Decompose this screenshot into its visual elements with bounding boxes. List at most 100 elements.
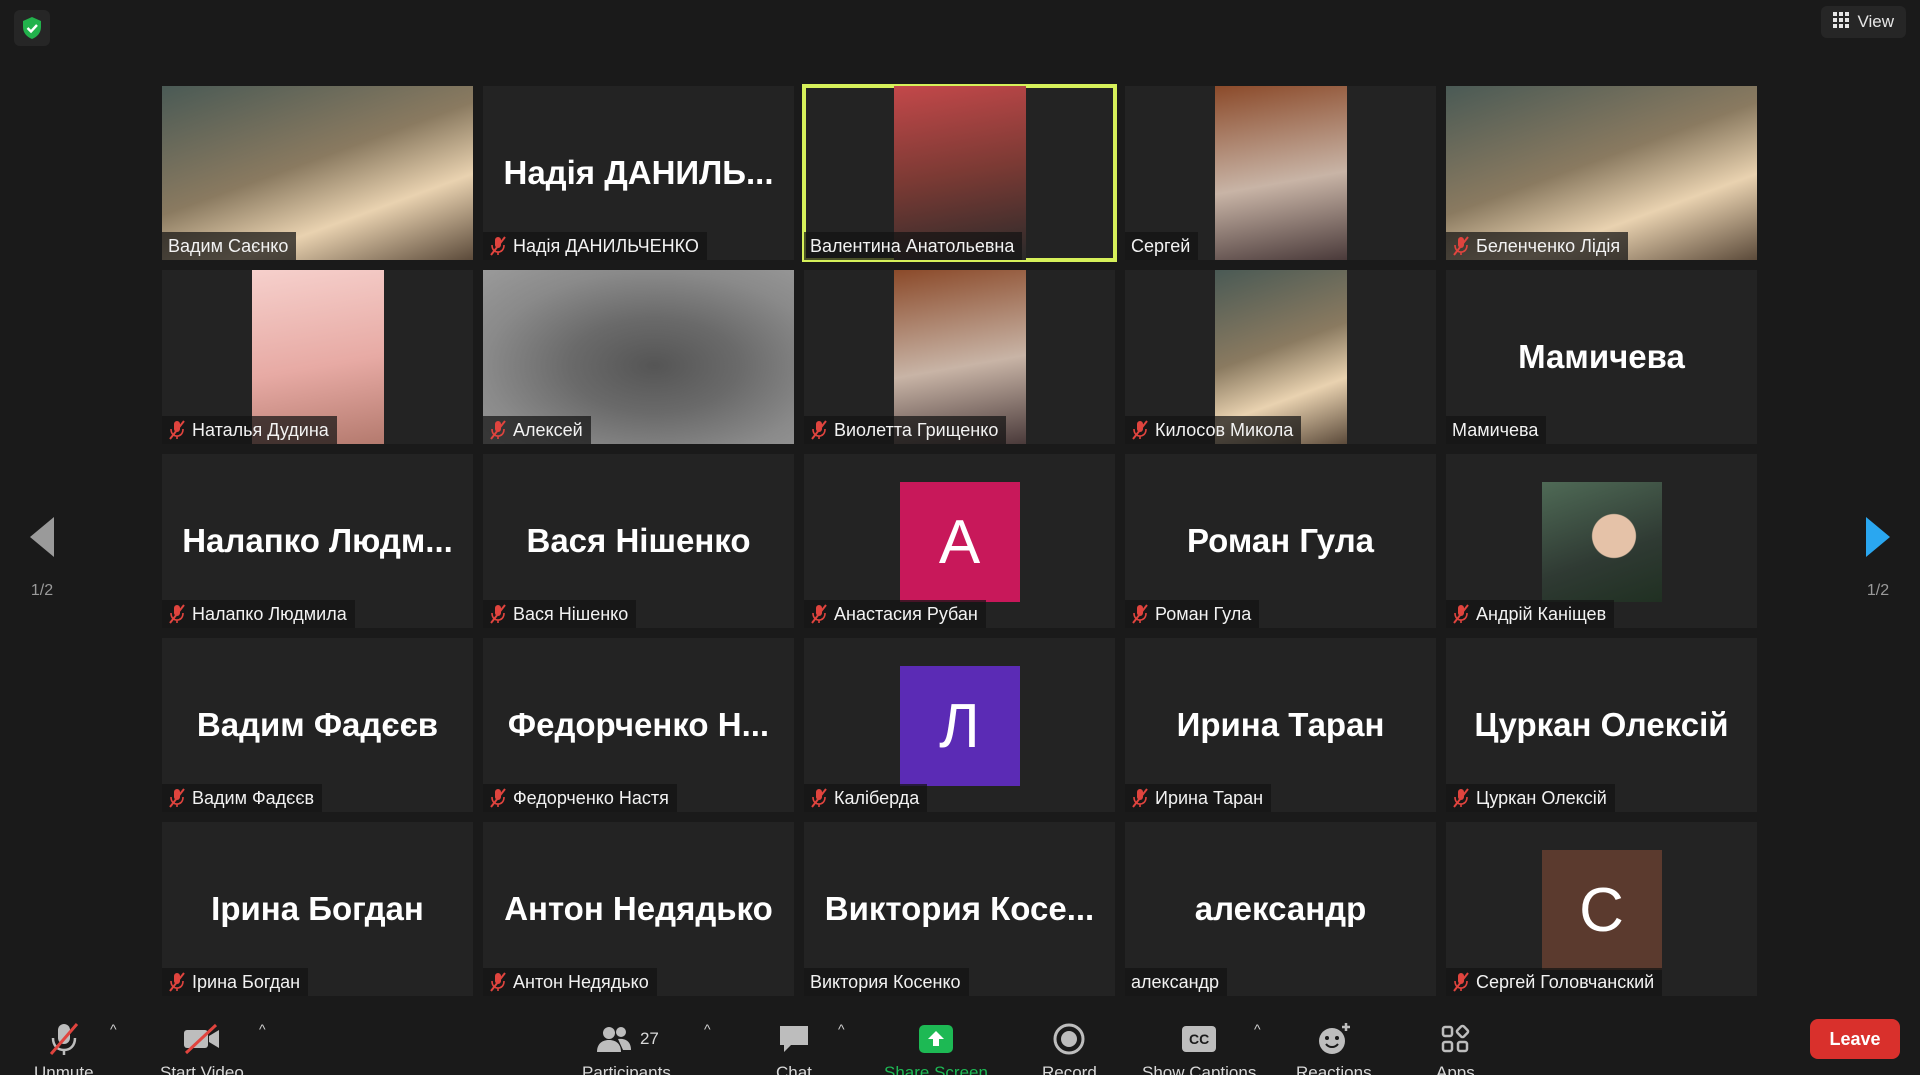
unmute-button[interactable]: Unmute — [34, 1021, 94, 1075]
show-captions-label: Show Captions — [1142, 1063, 1257, 1075]
microphone-muted-icon — [489, 420, 507, 440]
participant-tile[interactable]: Вадим Фадєєв Вадим Фадєєв — [162, 638, 473, 812]
participant-name: Виолетта Грищенко — [834, 419, 999, 440]
view-label: View — [1857, 12, 1894, 31]
participant-tile[interactable]: A Анастасия Рубан — [804, 454, 1115, 628]
participant-display-name: Ирина Таран — [1176, 706, 1385, 743]
participant-video — [1214, 86, 1347, 260]
apps-button[interactable]: Apps — [1436, 1021, 1475, 1075]
microphone-muted-icon — [489, 788, 507, 808]
participant-name-label: Роман Гула — [1125, 600, 1260, 628]
participant-name: Федорченко Настя — [513, 787, 669, 808]
participant-name: Ирина Таран — [1155, 787, 1264, 808]
show-captions-button[interactable]: CC Show Captions — [1142, 1021, 1256, 1075]
participants-label: Participants — [582, 1063, 671, 1075]
participant-tile[interactable]: Сергей — [1125, 86, 1436, 260]
reactions-button[interactable]: Reactions — [1296, 1021, 1372, 1075]
closed-captions-icon: CC — [1182, 1021, 1217, 1057]
participant-name: Вася Нішенко — [513, 603, 629, 624]
participant-tile[interactable]: Виктория Косе... Виктория Косенко — [804, 822, 1115, 996]
security-shield-icon[interactable] — [14, 10, 50, 46]
captions-options-caret[interactable]: ^ — [1254, 1021, 1261, 1037]
arrow-right-icon — [1866, 517, 1890, 557]
record-label: Record — [1042, 1063, 1097, 1075]
leave-button[interactable]: Leave — [1810, 1019, 1900, 1059]
participant-tile[interactable]: Наталья Дудина — [162, 270, 473, 444]
participant-avatar: A — [899, 482, 1020, 602]
participant-tile[interactable]: Килосов Микола — [1125, 270, 1436, 444]
participant-name: Сергей Головчанский — [1476, 971, 1655, 992]
participants-options-caret[interactable]: ^ — [704, 1021, 711, 1037]
participants-button[interactable]: 27 Participants — [582, 1021, 671, 1075]
page-indicator-right: 1/2 — [1866, 582, 1890, 599]
record-button[interactable]: Record — [1042, 1021, 1097, 1075]
participant-tile[interactable]: Виолетта Грищенко — [804, 270, 1115, 444]
start-video-button[interactable]: Start Video — [160, 1021, 244, 1075]
participant-tile[interactable]: Л Каліберда — [804, 638, 1115, 812]
participant-avatar: Л — [899, 666, 1020, 786]
participant-tile[interactable]: Андрій Каніщев — [1446, 454, 1757, 628]
participant-name-label: Надія ДАНИЛЬЧЕНКО — [483, 232, 707, 260]
participant-name-label: Сергей — [1125, 232, 1199, 260]
chat-options-caret[interactable]: ^ — [838, 1021, 845, 1037]
participant-name-label: Сергей Головчанский — [1446, 968, 1663, 996]
participant-name-label: Каліберда — [804, 784, 928, 812]
participant-name-label: Килосов Микола — [1125, 416, 1302, 444]
audio-options-caret[interactable]: ^ — [110, 1021, 117, 1037]
participant-display-name: Антон Недядько — [504, 890, 773, 927]
microphone-muted-icon — [810, 604, 828, 624]
participant-tile[interactable]: Надія ДАНИЛЬ... Надія ДАНИЛЬЧЕНКО — [483, 86, 794, 260]
zoom-meeting-window: View 1/2 1/2 Вадим Саєнко Надія ДАНИЛЬ...… — [0, 0, 1920, 1075]
arrow-left-icon — [30, 517, 54, 557]
participant-name-label: Наталья Дудина — [162, 416, 337, 444]
participant-name: Андрій Каніщев — [1476, 603, 1607, 624]
participant-name: Виктория Косенко — [810, 971, 961, 992]
participant-tile[interactable]: Мамичева Мамичева — [1446, 270, 1757, 444]
participant-name: Сергей — [1131, 235, 1191, 256]
microphone-muted-icon — [1452, 972, 1470, 992]
participant-tile[interactable]: Роман Гула Роман Гула — [1125, 454, 1436, 628]
participant-display-name: Ірина Богдан — [211, 890, 424, 927]
microphone-muted-icon — [1131, 788, 1149, 808]
participant-name-label: Виктория Косенко — [804, 968, 969, 996]
participant-video — [1541, 482, 1662, 602]
participant-tile[interactable]: Федорченко Н... Федорченко Настя — [483, 638, 794, 812]
participant-name-label: Вася Нішенко — [483, 600, 637, 628]
participants-count: 27 — [639, 1029, 659, 1048]
next-page-button[interactable]: 1/2 — [1858, 515, 1898, 600]
participant-tile[interactable]: Вадим Саєнко — [162, 86, 473, 260]
participant-name-label: Налапко Людмила — [162, 600, 355, 628]
microphone-muted-icon — [489, 236, 507, 256]
participant-tile[interactable]: Цуркан Олексій Цуркан Олексій — [1446, 638, 1757, 812]
participant-name-label: Беленченко Лідія — [1446, 232, 1629, 260]
microphone-muted-icon — [168, 788, 186, 808]
participant-name: Надія ДАНИЛЬЧЕНКО — [513, 235, 699, 256]
previous-page-button[interactable]: 1/2 — [22, 515, 62, 600]
view-button[interactable]: View — [1821, 6, 1906, 38]
participant-name: Ірина Богдан — [192, 971, 301, 992]
participant-tile[interactable]: С Сергей Головчанский — [1446, 822, 1757, 996]
share-screen-button[interactable]: Share Screen — [884, 1021, 988, 1075]
participant-tile[interactable]: Ирина Таран Ирина Таран — [1125, 638, 1436, 812]
microphone-muted-icon — [47, 1021, 81, 1057]
microphone-muted-icon — [1452, 788, 1470, 808]
participant-tile[interactable]: Валентина Анатольевна — [802, 84, 1117, 262]
participant-name-label: Антон Недядько — [483, 968, 657, 996]
participant-display-name: Роман Гула — [1186, 522, 1375, 559]
participant-tile[interactable]: Алексей — [483, 270, 794, 444]
participant-tile[interactable]: Антон Недядько Антон Недядько — [483, 822, 794, 996]
participant-tile[interactable]: Налапко Людм... Налапко Людмила — [162, 454, 473, 628]
participant-tile[interactable]: александр александр — [1125, 822, 1436, 996]
video-options-caret[interactable]: ^ — [259, 1021, 266, 1037]
participant-tile[interactable]: Беленченко Лідія — [1446, 86, 1757, 260]
participant-tile[interactable]: Ірина Богдан Ірина Богдан — [162, 822, 473, 996]
record-icon — [1053, 1021, 1085, 1057]
chat-button[interactable]: Chat — [776, 1021, 812, 1075]
participant-gallery: Вадим Саєнко Надія ДАНИЛЬ... Надія ДАНИЛЬЧ… — [162, 84, 1757, 996]
participant-name: Анастасия Рубан — [834, 603, 978, 624]
participant-name: Беленченко Лідія — [1476, 235, 1621, 256]
participant-display-name: Налапко Людм... — [182, 522, 453, 559]
participant-display-name: Виктория Косе... — [824, 890, 1095, 927]
participant-tile[interactable]: Вася Нішенко Вася Нішенко — [483, 454, 794, 628]
participant-name-label: Ірина Богдан — [162, 968, 309, 996]
